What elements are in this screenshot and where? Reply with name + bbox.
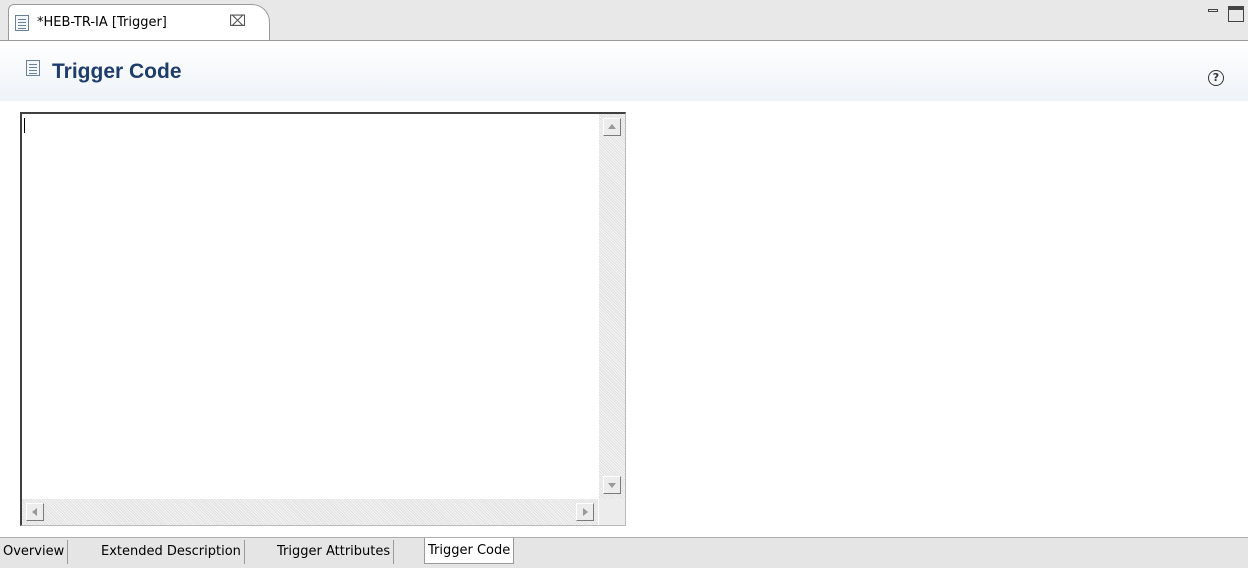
- tab-trigger-attributes[interactable]: Trigger Attributes: [274, 540, 395, 564]
- trigger-code-textarea[interactable]: [20, 112, 626, 526]
- tab-trigger-code[interactable]: Trigger Code: [424, 538, 515, 564]
- tab-overview[interactable]: Overview: [0, 540, 69, 564]
- page-title: Trigger Code: [52, 60, 182, 83]
- editor-tab[interactable]: *HEB-TR-IA [Trigger] ⌧: [8, 4, 270, 40]
- maximize-icon[interactable]: [1228, 6, 1244, 22]
- page-tab-bar: Overview Extended Description Trigger At…: [0, 537, 1248, 568]
- editor-tab-bar: *HEB-TR-IA [Trigger] ⌧: [0, 0, 1248, 41]
- scroll-up-button[interactable]: [603, 118, 621, 136]
- horizontal-scrollbar[interactable]: [22, 499, 598, 525]
- scroll-right-button[interactable]: [576, 503, 594, 521]
- tab-extended-description[interactable]: Extended Description: [98, 540, 245, 564]
- scrollbar-corner: [599, 499, 625, 525]
- text-caret: [24, 118, 25, 133]
- vertical-scrollbar[interactable]: [599, 114, 625, 500]
- close-icon[interactable]: ⌧: [229, 12, 246, 30]
- scroll-left-button[interactable]: [26, 503, 44, 521]
- form-header: Trigger Code ?: [0, 41, 1248, 101]
- help-icon[interactable]: ?: [1208, 70, 1224, 86]
- document-icon: [15, 15, 29, 31]
- editor-tab-label: *HEB-TR-IA [Trigger]: [37, 15, 167, 30]
- minimize-icon[interactable]: [1206, 6, 1222, 22]
- scroll-down-button[interactable]: [603, 476, 621, 494]
- document-icon: [26, 60, 40, 76]
